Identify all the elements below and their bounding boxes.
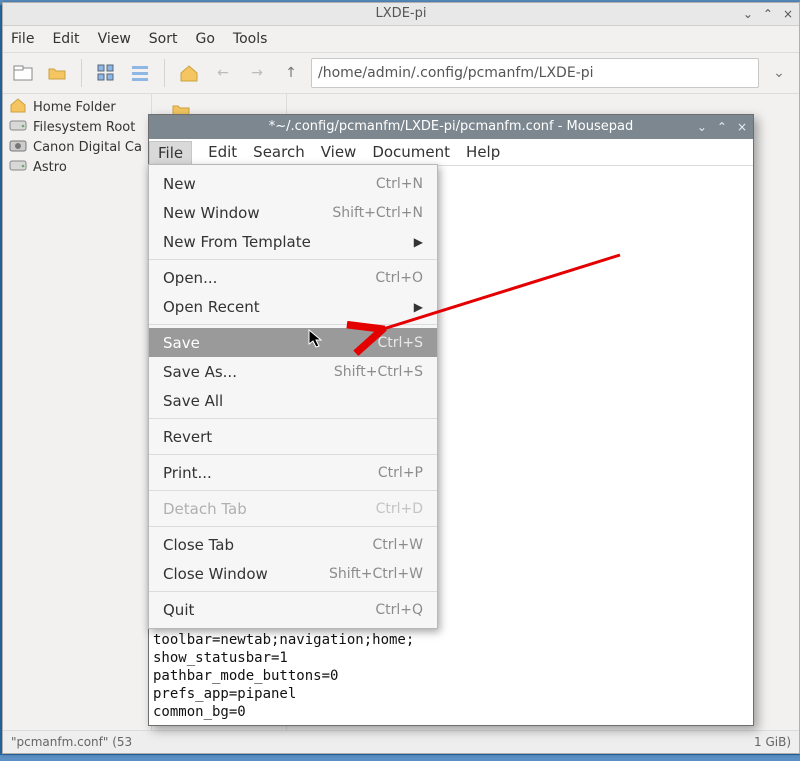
status-left: "pcmanfm.conf" (53 — [11, 735, 132, 749]
menu-item-label: Open Recent — [163, 298, 260, 316]
minimize-icon[interactable]: ⌄ — [743, 3, 753, 25]
menu-item-label: Print... — [163, 464, 212, 482]
chevron-right-icon: ▶ — [414, 300, 423, 314]
forward-icon[interactable]: → — [243, 59, 271, 87]
up-icon[interactable]: ↑ — [277, 59, 305, 87]
fm-menu-tools[interactable]: Tools — [233, 31, 268, 47]
menu-item-label: Quit — [163, 601, 194, 619]
close-icon[interactable]: × — [783, 3, 793, 25]
menu-item-quit[interactable]: Quit Ctrl+Q — [149, 595, 437, 624]
mp-titlebar[interactable]: *~/.config/pcmanfm/LXDE-pi/pcmanfm.conf … — [149, 115, 753, 139]
menu-item-new-from-template[interactable]: New From Template ▶ — [149, 227, 437, 256]
menu-item-open-[interactable]: Open... Ctrl+O — [149, 263, 437, 292]
menu-item-print-[interactable]: Print... Ctrl+P — [149, 458, 437, 487]
path-dropdown-icon[interactable]: ⌄ — [765, 59, 793, 87]
fm-menu-sort[interactable]: Sort — [149, 31, 178, 47]
menu-item-save-all[interactable]: Save All — [149, 386, 437, 415]
mp-menu-file[interactable]: File — [149, 141, 192, 164]
menu-item-label: Save As... — [163, 363, 237, 381]
menu-item-label: Detach Tab — [163, 500, 247, 518]
menu-item-label: Close Tab — [163, 536, 234, 554]
fm-titlebar[interactable]: LXDE-pi ⌄ ⌃ × — [3, 3, 799, 26]
menu-item-close-window[interactable]: Close Window Shift+Ctrl+W — [149, 559, 437, 588]
place-canon-digital-ca[interactable]: Canon Digital Ca — [3, 137, 151, 157]
home-icon — [9, 97, 27, 117]
folder-toolbar-icon[interactable] — [43, 59, 71, 87]
shortcut-text: Shift+Ctrl+S — [334, 364, 423, 380]
back-icon[interactable]: ← — [209, 59, 237, 87]
fm-menu-view[interactable]: View — [98, 31, 131, 47]
icon-view-icon[interactable] — [92, 59, 120, 87]
menu-item-label: New — [163, 175, 196, 193]
menu-item-label: Open... — [163, 269, 217, 287]
menu-item-label: New From Template — [163, 233, 311, 251]
place-filesystem-root[interactable]: Filesystem Root — [3, 117, 151, 137]
fm-menubar: File Edit View Sort Go Tools — [3, 26, 799, 53]
maximize-icon[interactable]: ⌃ — [717, 115, 727, 139]
shortcut-text: Ctrl+P — [378, 465, 423, 481]
menu-item-label: Revert — [163, 428, 212, 446]
drive-icon — [9, 118, 27, 136]
fm-menu-edit[interactable]: Edit — [52, 31, 79, 47]
shortcut-text: Ctrl+Q — [375, 602, 423, 618]
place-home-folder[interactable]: Home Folder — [3, 97, 151, 117]
maximize-icon[interactable]: ⌃ — [763, 3, 773, 25]
fm-title-text: LXDE-pi — [376, 6, 427, 21]
place-astro[interactable]: Astro — [3, 157, 151, 177]
mp-title-text: *~/.config/pcmanfm/LXDE-pi/pcmanfm.conf … — [269, 119, 633, 134]
camera-icon — [9, 138, 27, 156]
shortcut-text: Ctrl+O — [375, 270, 423, 286]
menu-item-save-as-[interactable]: Save As... Shift+Ctrl+S — [149, 357, 437, 386]
minimize-icon[interactable]: ⌄ — [697, 115, 707, 139]
shortcut-text: Shift+Ctrl+W — [329, 566, 423, 582]
fm-toolbar: ← → ↑ /home/admin/.config/pcmanfm/LXDE-p… — [3, 53, 799, 94]
close-icon[interactable]: × — [737, 115, 747, 139]
fm-menu-go[interactable]: Go — [196, 31, 215, 47]
menu-item-detach-tab: Detach Tab Ctrl+D — [149, 494, 437, 523]
shortcut-text: Ctrl+S — [377, 335, 423, 351]
drive-icon — [9, 158, 27, 176]
status-right: 1 GiB) — [754, 731, 791, 753]
menu-item-label: Save All — [163, 392, 223, 410]
path-entry[interactable]: /home/admin/.config/pcmanfm/LXDE-pi — [311, 58, 759, 88]
menu-item-revert[interactable]: Revert — [149, 422, 437, 451]
shortcut-text: Ctrl+W — [373, 537, 423, 553]
chevron-right-icon: ▶ — [414, 235, 423, 249]
menu-item-label: Save — [163, 334, 200, 352]
shortcut-text: Ctrl+N — [376, 176, 423, 192]
mp-menu-search[interactable]: Search — [253, 143, 305, 161]
fm-statusbar: "pcmanfm.conf" (53 1 GiB) — [3, 730, 799, 753]
menu-item-open-recent[interactable]: Open Recent ▶ — [149, 292, 437, 321]
mp-menu-view[interactable]: View — [321, 143, 357, 161]
menu-item-new[interactable]: New Ctrl+N — [149, 169, 437, 198]
menu-item-label: Close Window — [163, 565, 268, 583]
places-sidebar: Home FolderFilesystem RootCanon Digital … — [3, 93, 152, 731]
mp-menu-help[interactable]: Help — [466, 143, 500, 161]
menu-item-save[interactable]: Save Ctrl+S — [149, 328, 437, 357]
home-toolbar-icon[interactable] — [175, 59, 203, 87]
shortcut-text: Ctrl+D — [376, 501, 423, 517]
menu-item-label: New Window — [163, 204, 260, 222]
file-dropdown-menu: New Ctrl+N New Window Shift+Ctrl+N New From … — [148, 164, 438, 629]
menu-item-close-tab[interactable]: Close Tab Ctrl+W — [149, 530, 437, 559]
mp-menu-edit[interactable]: Edit — [208, 143, 237, 161]
new-tab-icon[interactable] — [9, 59, 37, 87]
menu-item-new-window[interactable]: New Window Shift+Ctrl+N — [149, 198, 437, 227]
mp-menubar: File Edit Search View Document Help — [149, 139, 753, 166]
path-text: /home/admin/.config/pcmanfm/LXDE-pi — [318, 65, 594, 81]
fm-menu-file[interactable]: File — [11, 31, 34, 47]
shortcut-text: Shift+Ctrl+N — [332, 205, 423, 221]
mp-menu-document[interactable]: Document — [372, 143, 450, 161]
list-view-icon[interactable] — [126, 59, 154, 87]
